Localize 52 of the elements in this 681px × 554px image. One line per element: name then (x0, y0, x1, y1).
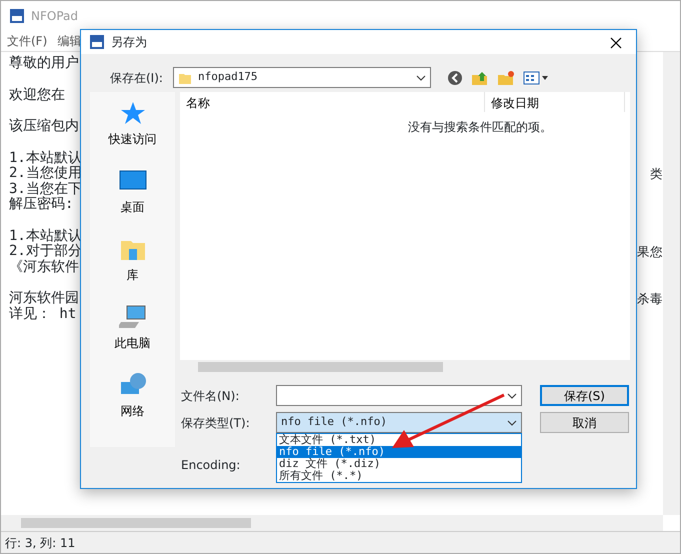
sidebar-item[interactable]: 此电脑 (114, 304, 150, 352)
back-icon[interactable] (446, 70, 463, 86)
save-in-label: 保存在(I): (110, 70, 163, 86)
save-button[interactable]: 保存(S) (540, 385, 629, 406)
status-bar: 行: 3, 列: 11 (1, 531, 680, 553)
new-folder-icon[interactable] (496, 70, 515, 86)
empty-message: 没有与搜索条件匹配的项。 (408, 119, 552, 136)
close-icon (610, 36, 622, 49)
app-icon (9, 8, 25, 24)
app-icon (89, 34, 105, 50)
sidebar-item[interactable]: 网络 (118, 372, 146, 420)
up-folder-icon[interactable] (470, 70, 489, 86)
sidebar-item[interactable]: 库 (118, 236, 146, 284)
sidebar-item[interactable]: 桌面 (118, 168, 146, 216)
text-line: 河东软件园 (9, 291, 79, 306)
dropdown-option[interactable]: nfo file (*.nfo) (277, 446, 521, 458)
chevron-down-icon (507, 420, 517, 426)
file-name-field[interactable] (276, 385, 522, 406)
folder-dropdown[interactable]: nfopad175 (172, 67, 431, 88)
sidebar-item[interactable]: 快速访问 (108, 100, 156, 148)
vertical-scrollbar[interactable] (663, 52, 680, 515)
chevron-down-icon (507, 392, 517, 398)
dropdown-option[interactable]: diz 文件 (*.diz) (277, 458, 521, 470)
window-title: NFOPad (31, 8, 78, 25)
encoding-label: Encoding: (181, 457, 240, 474)
menu-item[interactable]: 文件(F) (7, 32, 48, 50)
text-line: 杀毒 (637, 291, 663, 306)
horizontal-scrollbar[interactable] (1, 515, 663, 531)
text-line: 解压密码: (9, 197, 74, 212)
text-line: 详见： ht (9, 306, 76, 322)
text-line: 1.本站默认 (9, 228, 82, 244)
cancel-button[interactable]: 取消 (540, 412, 629, 433)
view-menu-icon[interactable] (522, 70, 549, 86)
text-line: 类 (650, 166, 663, 182)
text-line: 果您 (637, 244, 663, 260)
text-line: 欢迎您在 (9, 88, 65, 103)
file-type-dropdown[interactable]: nfo file (*.nfo) (276, 412, 522, 433)
text-line: 《河东软件 (9, 260, 79, 275)
field-label: 文件名(N): (181, 388, 240, 404)
dropdown-option[interactable]: 所有文件 (*.*) (277, 470, 521, 482)
dropdown-option[interactable]: 文本文件 (*.txt) (277, 434, 521, 446)
text-line: 3.当您在下 (9, 182, 82, 196)
text-line: 1.本站默认 (9, 150, 82, 166)
menu-item[interactable]: 编辑 (57, 32, 82, 50)
text-line: 该压缩包内 (9, 119, 79, 134)
dialog-title: 另存为 (111, 34, 147, 51)
field-label: 保存类型(T): (181, 414, 251, 432)
text-line: 尊敬的用户 (9, 56, 79, 72)
star-icon (118, 100, 146, 126)
chevron-down-icon (416, 74, 426, 80)
computer-icon (118, 304, 146, 330)
text-line: 2.对于部分 (9, 244, 82, 259)
